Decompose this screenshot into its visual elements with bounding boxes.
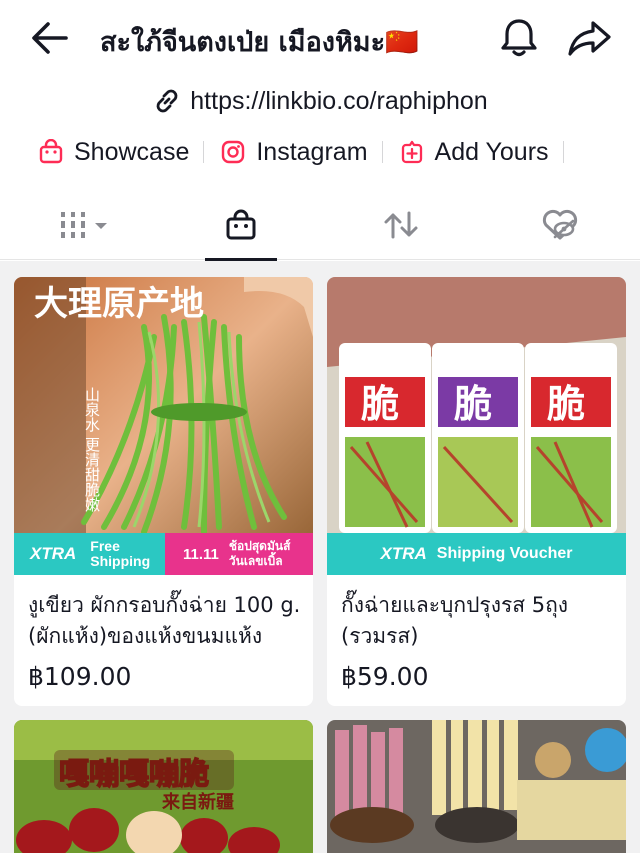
tab-liked[interactable] — [524, 190, 596, 260]
xtra-badge: XTRA — [30, 544, 77, 563]
product-title: กั๊งฉ่ายและบุกปรุงรส 5ถุง (รวมรส) — [341, 593, 569, 648]
tab-videos[interactable] — [40, 190, 130, 260]
link-icon — [156, 89, 178, 113]
back-arrow-icon[interactable] — [28, 18, 72, 58]
instagram-label: Instagram — [256, 137, 368, 166]
promo-banner: XTRA Free Shipping 11.11 ช้อปสุดมันส์ วันเ… — [14, 533, 313, 575]
free-shipping-text: Free Shipping — [90, 538, 151, 569]
promo-banner: XTRA Shipping Voucher — [327, 533, 626, 575]
chip-divider — [562, 141, 564, 163]
product-card[interactable]: 大理原产地 山泉水 更清甜脆嫩 XTRA Free Shipping 11.11 … — [14, 277, 313, 706]
product-card[interactable] — [327, 720, 626, 853]
product-image-red-dates: 嘎嘣嘎嘣脆 来自新疆 — [14, 720, 313, 853]
product-card[interactable]: 嘎嘣嘎嘣脆 来自新疆 — [14, 720, 313, 853]
product-price: ฿59.00 — [341, 662, 429, 691]
add-yours-chip[interactable]: Add Yours — [399, 138, 563, 167]
shipping-voucher-text: Shipping Voucher — [436, 545, 573, 562]
add-yours-label: Add Yours — [434, 137, 549, 166]
product-card[interactable]: 脆 脆 脆 XTRA Shipping Voucher กั๊งฉ่ายและบ… — [327, 277, 626, 706]
xtra-badge: XTRA — [380, 544, 427, 563]
share-icon[interactable] — [566, 18, 612, 58]
top-bar: สะใภ้จีนตงเป่ย เมืองหิมะ🇨🇳 — [0, 0, 640, 76]
showcase-label: Showcase — [74, 137, 190, 166]
image-caption-text: 嘎嘣嘎嘣脆 — [59, 757, 209, 792]
chip-divider — [203, 141, 205, 163]
svg-text:脆: 脆 — [361, 382, 399, 426]
image-caption-text: 大理原产地 — [34, 284, 204, 324]
repost-icon — [384, 211, 418, 239]
image-subcaption-text: 来自新疆 — [161, 791, 234, 813]
add-yours-icon — [401, 140, 422, 164]
instagram-chip[interactable]: Instagram — [220, 138, 381, 167]
profile-chips: Showcase Instagram Add Yours — [38, 134, 564, 170]
product-image-dried-yuba — [327, 720, 626, 853]
showcase-chip[interactable]: Showcase — [38, 138, 203, 167]
chip-divider — [381, 141, 383, 163]
shopping-bag-icon — [226, 209, 256, 240]
bio-link-row[interactable]: https://linkbio.co/raphiphon — [0, 86, 640, 126]
bag-icon — [39, 139, 63, 164]
product-image-green-vegetable: 大理原产地 山泉水 更清甜脆嫩 — [14, 277, 313, 575]
profile-tabs — [0, 190, 640, 261]
svg-text:脆: 脆 — [547, 382, 585, 426]
product-price: ฿109.00 — [28, 662, 132, 691]
bell-icon[interactable] — [498, 16, 540, 58]
heart-hidden-icon — [542, 209, 578, 240]
image-subcaption-text: 山泉水 更清甜脆嫩 — [83, 387, 101, 512]
promo-1111: 11.11 ช้อปสุดมันส์ วันเลขเบิ้ล — [165, 533, 313, 575]
bio-link[interactable]: https://linkbio.co/raphiphon — [190, 87, 487, 116]
tab-showcase[interactable] — [205, 190, 277, 261]
chevron-down-icon — [95, 223, 107, 229]
grid-icon — [61, 212, 107, 238]
page-title: สะใภ้จีนตงเป่ย เมืองหิมะ🇨🇳 — [100, 27, 419, 58]
instagram-icon — [222, 140, 245, 164]
svg-text:脆: 脆 — [454, 382, 492, 426]
product-image-snack-packs: 脆 脆 脆 — [327, 277, 626, 575]
product-title: งูเขียว ผักกรอบกั๊งฉ่าย 100 g.(ผักแห้ง)ข… — [28, 593, 301, 648]
tab-reposts[interactable] — [365, 190, 437, 260]
